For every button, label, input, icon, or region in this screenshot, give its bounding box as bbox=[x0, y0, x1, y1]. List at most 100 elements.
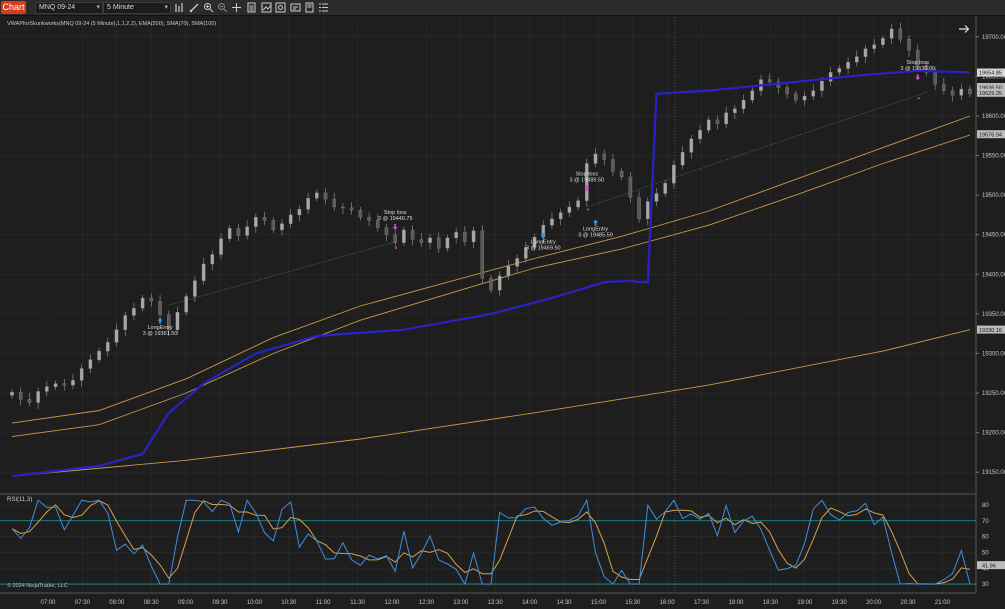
exit-dot bbox=[917, 97, 920, 100]
candle-body bbox=[506, 266, 511, 277]
candle-body bbox=[123, 315, 127, 330]
candle-body bbox=[201, 263, 206, 281]
candle-body bbox=[689, 138, 694, 153]
candle-body bbox=[332, 198, 336, 208]
candle-body bbox=[419, 239, 424, 243]
candle-body bbox=[863, 48, 868, 57]
candle-body bbox=[97, 350, 101, 360]
candle-body bbox=[53, 383, 58, 387]
time-tick-label: 09:00 bbox=[178, 600, 194, 606]
candle-body bbox=[715, 119, 720, 125]
rsi-label: RSI(11,3) bbox=[7, 497, 32, 503]
rsi-tick-label: 50 bbox=[982, 550, 989, 556]
price-tick-label: 19450.00 bbox=[982, 233, 1005, 239]
long-entry-marker[interactable]: LongEntry3 @ 19485.50 bbox=[578, 219, 613, 239]
candle-body bbox=[62, 383, 67, 386]
candle-body bbox=[471, 230, 476, 242]
candle-body bbox=[942, 84, 946, 91]
candle-body bbox=[750, 90, 755, 101]
entry-arrow-icon bbox=[157, 317, 163, 324]
candle-body bbox=[341, 206, 345, 209]
time-tick-label: 18:00 bbox=[728, 600, 744, 606]
candle-body bbox=[88, 359, 93, 369]
price-tick-label: 19700.00 bbox=[982, 35, 1005, 41]
candle-body bbox=[820, 80, 824, 91]
candle-body bbox=[672, 164, 676, 184]
candle-body bbox=[349, 207, 354, 211]
candle-body bbox=[907, 39, 911, 51]
candle-body bbox=[140, 297, 145, 309]
candle-body bbox=[706, 119, 711, 131]
candle-body bbox=[480, 230, 485, 279]
time-tick-label: 19:00 bbox=[797, 600, 813, 606]
marker-line2: 3 @ 19489.50 bbox=[569, 177, 604, 183]
candle-body bbox=[271, 220, 276, 231]
time-tick-label: 13:00 bbox=[453, 600, 469, 606]
rsi-panel bbox=[0, 498, 976, 586]
candle-body bbox=[454, 232, 458, 239]
price-tick-label: 19550.00 bbox=[982, 154, 1005, 160]
marker-line2: 3 @ 19485.50 bbox=[578, 233, 613, 239]
candle-body bbox=[193, 280, 197, 297]
candle-body bbox=[428, 237, 432, 243]
candle-body bbox=[254, 217, 258, 227]
long-entry-marker[interactable]: LongEntry3 @ 19469.50 bbox=[526, 232, 561, 251]
price-tick-label: 19600.00 bbox=[982, 114, 1005, 120]
time-tick-label: 21:00 bbox=[935, 600, 951, 606]
candle-body bbox=[889, 28, 894, 39]
price-tick-label: 19350.00 bbox=[982, 312, 1005, 318]
exit-dot bbox=[395, 247, 398, 250]
time-tick-label: 07:00 bbox=[40, 600, 56, 606]
trade-connector-line bbox=[586, 91, 927, 208]
candle-body bbox=[611, 159, 615, 172]
candle-body bbox=[802, 96, 807, 101]
scroll-right-icon[interactable] bbox=[959, 25, 970, 33]
time-axis[interactable]: 07:00 07:30 08:00 08:30 09:00 09:30 10:00 10:30… bbox=[40, 600, 950, 606]
candle-body bbox=[785, 87, 789, 94]
candle-body bbox=[602, 153, 606, 160]
candle-body bbox=[245, 226, 249, 236]
candle-body bbox=[741, 99, 746, 109]
long-entry-marker[interactable]: LongEntry3 @ 19361.50 bbox=[143, 317, 178, 337]
moving-average-line bbox=[11, 115, 971, 424]
exit-arrow-icon bbox=[392, 224, 398, 231]
candle-body bbox=[663, 183, 667, 194]
time-tick-label: 18:30 bbox=[763, 600, 779, 606]
chart-canvas[interactable]: VWAPforSkunkworks(MNQ 09-24 (5 Minute),1… bbox=[0, 0, 1005, 609]
candle-body bbox=[550, 218, 554, 226]
candle-body bbox=[106, 342, 110, 352]
time-tick-label: 13:30 bbox=[488, 600, 504, 606]
price-tick-label: 19400.00 bbox=[982, 272, 1005, 278]
price-axis[interactable]: 19700.0019650.0019600.0019550.0019500.00… bbox=[976, 35, 1005, 476]
candle-body bbox=[846, 61, 850, 69]
candle-body bbox=[855, 56, 859, 63]
candle-body bbox=[210, 254, 215, 265]
candle-body bbox=[18, 392, 23, 400]
candle-body bbox=[567, 206, 572, 213]
rsi-axis[interactable]: 80706050403041.96 bbox=[977, 503, 1005, 588]
time-tick-label: 08:00 bbox=[109, 600, 125, 606]
time-tick-label: 09:30 bbox=[212, 600, 228, 606]
candle-body bbox=[898, 28, 903, 40]
time-tick-label: 08:30 bbox=[144, 600, 160, 606]
candle-body bbox=[384, 227, 389, 235]
price-tick-label: 19200.00 bbox=[982, 431, 1005, 437]
candle-body bbox=[10, 392, 14, 396]
time-tick-label: 11:00 bbox=[316, 600, 331, 606]
time-tick-label: 14:30 bbox=[556, 600, 572, 606]
candle-body bbox=[315, 192, 319, 199]
stop-loss-marker[interactable]: Stop loss3 @ 19630.00 bbox=[900, 60, 935, 100]
time-tick-label: 14:00 bbox=[522, 600, 538, 606]
rsi-tick-label: 30 bbox=[982, 582, 989, 588]
candle-body bbox=[794, 93, 798, 101]
rsi-average-line bbox=[11, 500, 971, 585]
candle-body bbox=[358, 210, 363, 218]
candle-body bbox=[288, 214, 293, 224]
candle-body bbox=[158, 301, 162, 315]
price-tick-label: 19150.00 bbox=[982, 470, 1005, 476]
price-candles bbox=[10, 22, 972, 409]
marker-line2: 3 @ 19630.00 bbox=[900, 66, 935, 72]
candle-body bbox=[619, 171, 624, 178]
exit-arrow-icon bbox=[915, 74, 921, 81]
time-tick-label: 07:30 bbox=[75, 600, 91, 606]
